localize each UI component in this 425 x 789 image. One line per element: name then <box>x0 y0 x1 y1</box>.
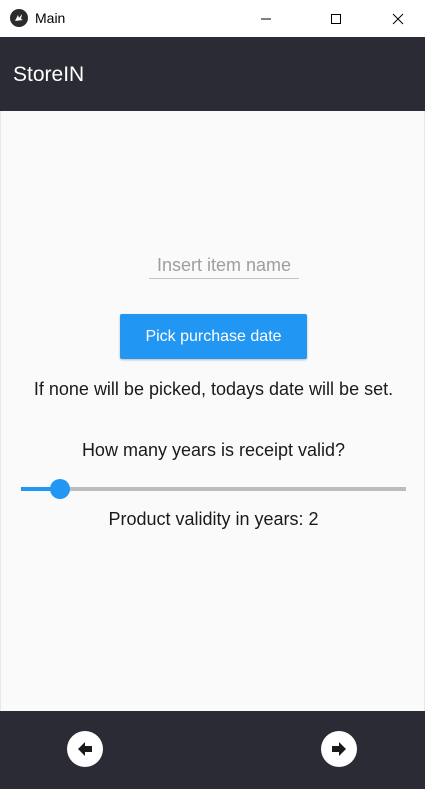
kivy-logo-icon <box>10 9 28 27</box>
bottom-navigation-bar <box>0 711 425 789</box>
window-title: Main <box>35 10 66 26</box>
minimize-button[interactable] <box>243 0 289 37</box>
window-titlebar[interactable]: Main <box>0 0 425 37</box>
default-date-hint: If none will be picked, todays date will… <box>33 379 394 399</box>
app-title: StoreIN <box>13 63 85 86</box>
next-button[interactable] <box>321 731 357 767</box>
previous-button[interactable] <box>67 731 103 767</box>
receipt-validity-question: How many years is receipt valid? <box>81 440 346 460</box>
close-button[interactable] <box>375 0 421 37</box>
slider-track[interactable] <box>21 487 406 491</box>
app-header: StoreIN <box>0 37 425 111</box>
slider-thumb[interactable] <box>49 479 70 499</box>
maximize-icon <box>331 13 341 24</box>
pick-purchase-date-button[interactable]: Pick purchase date <box>120 314 307 359</box>
minimize-icon <box>261 18 271 19</box>
item-name-input[interactable] <box>149 252 299 279</box>
main-content: Pick purchase date If none will be picke… <box>0 111 425 711</box>
arrow-right-circle-icon <box>332 742 346 756</box>
validity-years-slider[interactable] <box>21 478 406 499</box>
close-icon <box>392 13 404 24</box>
app-window: Main StoreIN Pick purchase date If none … <box>0 0 425 789</box>
validity-years-readout: Product validity in years: 2 <box>108 509 319 529</box>
arrow-left-circle-icon <box>78 742 92 756</box>
kivy-logo-icon-graphic <box>15 14 23 21</box>
maximize-button[interactable] <box>313 0 359 37</box>
